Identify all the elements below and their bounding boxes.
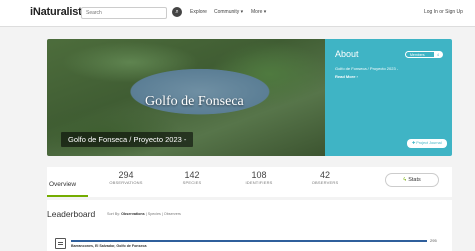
stats-button[interactable]: ϟ Stats [385, 173, 439, 187]
leaderboard-row[interactable]: 295 Barrancones, El Salvador, Golfo de F… [47, 231, 452, 249]
stat-value: 142 [184, 170, 200, 180]
members-count: 4 [434, 52, 442, 57]
nav-community[interactable]: Community ▾ [214, 9, 243, 15]
login-link[interactable]: Log In or Sign Up [424, 9, 463, 15]
top-navigation: iNaturalist ⌕ Explore Community ▾ More ▾… [0, 0, 475, 27]
stat-value: 108 [251, 170, 267, 180]
stat-label: SPECIES [182, 180, 202, 185]
leaderboard-label: Barrancones, El Salvador, Golfo de Fonse… [71, 244, 147, 248]
leaderboard-bar [71, 240, 427, 242]
nav-more[interactable]: More ▾ [251, 9, 266, 15]
read-more-link[interactable]: Read More › [335, 74, 358, 79]
sort-other-options[interactable]: | Species | Observers [146, 212, 181, 216]
stats-bar: Overview 294 OBSERVATIONS 142 SPECIES 10… [47, 167, 452, 197]
stat-observations[interactable]: 294 OBSERVATIONS [102, 170, 150, 185]
leaderboard: Leaderboard Sort By: Observations | Spec… [47, 200, 452, 251]
stat-observers[interactable]: 42 OBSERVERS [301, 170, 349, 185]
project-banner: Golfo de Fonseca Golfo de Fonseca / Proy… [47, 39, 452, 156]
stat-label: OBSERVERS [311, 180, 339, 185]
about-panel: About Members 4 Golfo de Fonseca / Proye… [325, 39, 452, 156]
stat-identifiers[interactable]: 108 IDENTIFIERS [235, 170, 283, 185]
leaderboard-sort: Sort By: Observations | Species | Observ… [107, 212, 181, 216]
project-title: Golfo de Fonseca / Proyecto 2023 - [61, 132, 194, 147]
stat-label: IDENTIFIERS [245, 180, 273, 185]
place-icon [55, 238, 66, 249]
members-button[interactable]: Members 4 [405, 51, 443, 58]
project-journal-button[interactable]: ✚ Project Journal [407, 139, 447, 148]
stat-value: 42 [319, 170, 330, 180]
tab-overview[interactable]: Overview [47, 178, 88, 197]
leaderboard-value: 295 [430, 238, 437, 243]
members-label: Members [410, 52, 425, 57]
search-icon[interactable]: ⌕ [172, 7, 182, 17]
stat-value: 294 [118, 170, 134, 180]
leaderboard-title: Leaderboard [47, 209, 96, 219]
lightning-icon: ϟ [403, 177, 407, 183]
sort-prefix: Sort By: [107, 212, 121, 216]
about-description: Golfo de Fonseca / Proyecto 2023 - [335, 66, 399, 71]
map-title: Golfo de Fonseca [145, 94, 244, 109]
banner-map-image: Golfo de Fonseca Golfo de Fonseca / Proy… [47, 39, 325, 156]
nav-explore[interactable]: Explore [190, 9, 207, 15]
sort-observations[interactable]: Observations [121, 212, 145, 216]
stats-button-label: Stats [408, 177, 421, 183]
about-title: About [335, 49, 359, 59]
inaturalist-logo[interactable]: iNaturalist [30, 6, 82, 18]
search-input[interactable] [81, 7, 167, 19]
stat-label: OBSERVATIONS [109, 180, 143, 185]
stat-species[interactable]: 142 SPECIES [168, 170, 216, 185]
